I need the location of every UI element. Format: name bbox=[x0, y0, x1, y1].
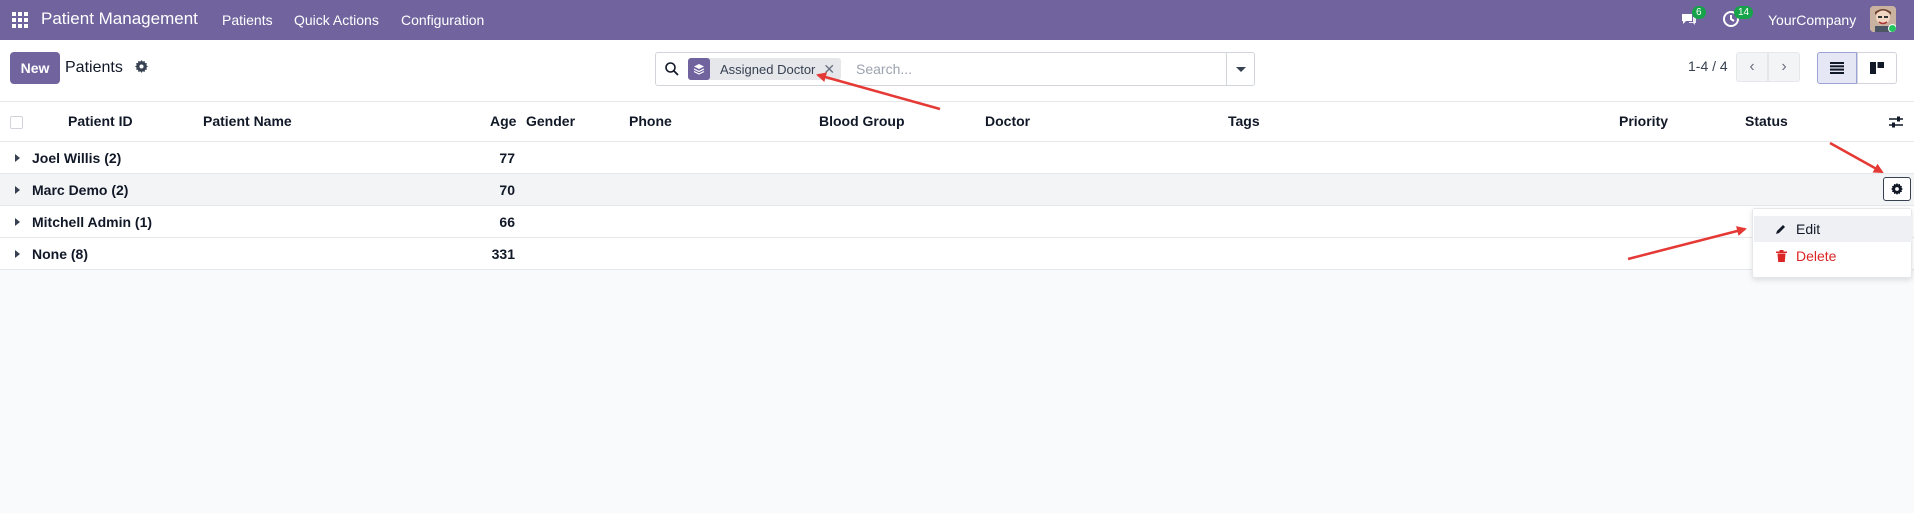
pager-next-button[interactable]: › bbox=[1768, 52, 1800, 82]
pencil-icon bbox=[1774, 222, 1788, 236]
company-switcher[interactable]: YourCompany bbox=[1768, 12, 1856, 28]
control-panel: New Patients Assigned Doctor ✕ Search...… bbox=[0, 40, 1914, 102]
caret-down-icon bbox=[1235, 66, 1246, 72]
column-phone[interactable]: Phone bbox=[629, 113, 672, 129]
chevron-right-icon: › bbox=[1781, 58, 1787, 75]
column-blood-group[interactable]: Blood Group bbox=[819, 113, 905, 129]
group-name: Mitchell Admin (1) bbox=[32, 214, 153, 230]
activities-count-badge: 14 bbox=[1734, 6, 1754, 19]
column-tags[interactable]: Tags bbox=[1228, 113, 1260, 129]
list-view-button[interactable] bbox=[1817, 52, 1857, 84]
pager-value[interactable]: 1-4 / 4 bbox=[1688, 58, 1728, 74]
search-icon[interactable] bbox=[664, 61, 680, 77]
column-doctor[interactable]: Doctor bbox=[985, 113, 1030, 129]
group-name: None (8) bbox=[32, 246, 88, 262]
column-age[interactable]: Age bbox=[490, 113, 516, 129]
search-input[interactable] bbox=[856, 59, 1196, 79]
group-age-sum: 331 bbox=[491, 246, 515, 262]
group-row[interactable]: Mitchell Admin (1) 66 bbox=[0, 206, 1914, 238]
group-name: Joel Willis (2) bbox=[32, 150, 122, 166]
chevron-left-icon: ‹ bbox=[1749, 58, 1755, 75]
activities-button[interactable]: 14 bbox=[1722, 6, 1754, 30]
column-priority[interactable]: Priority bbox=[1619, 113, 1668, 129]
row-actions-menu: Edit Delete bbox=[1752, 208, 1912, 278]
kanban-icon bbox=[1870, 62, 1884, 74]
group-age-sum: 77 bbox=[499, 150, 515, 166]
page-title[interactable]: Patients bbox=[65, 59, 123, 77]
group-row[interactable]: Marc Demo (2) 70 bbox=[0, 174, 1914, 206]
group-row[interactable]: None (8) 331 bbox=[0, 238, 1914, 270]
edit-menu-item[interactable]: Edit bbox=[1754, 216, 1912, 242]
menu-quick-actions[interactable]: Quick Actions bbox=[294, 12, 379, 28]
delete-menu-item[interactable]: Delete bbox=[1754, 243, 1912, 269]
close-icon[interactable]: ✕ bbox=[823, 61, 841, 78]
facet-label: Assigned Doctor bbox=[720, 61, 816, 77]
select-all-checkbox[interactable] bbox=[10, 116, 23, 129]
caret-right-icon bbox=[15, 218, 20, 226]
group-age-sum: 66 bbox=[499, 214, 515, 230]
delete-label: Delete bbox=[1796, 248, 1837, 264]
gear-icon[interactable] bbox=[135, 60, 148, 76]
top-navbar: Patient Management Patients Quick Action… bbox=[0, 0, 1914, 40]
menu-configuration[interactable]: Configuration bbox=[401, 12, 484, 28]
column-patient-name[interactable]: Patient Name bbox=[203, 113, 292, 129]
list-icon bbox=[1830, 62, 1844, 74]
edit-label: Edit bbox=[1796, 221, 1821, 237]
messages-button[interactable]: 6 bbox=[1680, 6, 1706, 30]
new-button[interactable]: New bbox=[10, 52, 60, 84]
group-row[interactable]: Joel Willis (2) 77 bbox=[0, 142, 1914, 174]
caret-right-icon bbox=[15, 250, 20, 258]
app-brand[interactable]: Patient Management bbox=[41, 9, 198, 29]
search-bar: Assigned Doctor ✕ bbox=[655, 52, 1255, 86]
trash-icon bbox=[1774, 249, 1788, 263]
caret-right-icon bbox=[15, 154, 20, 162]
menu-patients[interactable]: Patients bbox=[222, 12, 273, 28]
sliders-icon[interactable] bbox=[1888, 114, 1904, 130]
table-header: Patient ID Patient Name Age Gender Phone… bbox=[0, 102, 1914, 142]
caret-right-icon bbox=[15, 186, 20, 194]
row-actions-button[interactable] bbox=[1883, 177, 1911, 201]
group-age-sum: 70 bbox=[499, 182, 515, 198]
gear-icon bbox=[1891, 183, 1903, 195]
user-avatar[interactable] bbox=[1870, 6, 1896, 32]
column-status[interactable]: Status bbox=[1745, 113, 1788, 129]
kanban-view-button[interactable] bbox=[1857, 52, 1897, 84]
app-grid-icon[interactable] bbox=[12, 12, 28, 28]
patients-list: Patient ID Patient Name Age Gender Phone… bbox=[0, 102, 1914, 270]
layers-icon bbox=[688, 58, 710, 80]
messages-count-badge: 6 bbox=[1692, 6, 1706, 19]
column-gender[interactable]: Gender bbox=[526, 113, 575, 129]
group-name: Marc Demo (2) bbox=[32, 182, 129, 198]
column-patient-id[interactable]: Patient ID bbox=[68, 113, 133, 129]
online-status-dot bbox=[1888, 24, 1896, 32]
pager-previous-button[interactable]: ‹ bbox=[1736, 52, 1768, 82]
search-facet-group-by: Assigned Doctor ✕ bbox=[688, 58, 842, 80]
search-options-toggle[interactable] bbox=[1226, 53, 1254, 85]
